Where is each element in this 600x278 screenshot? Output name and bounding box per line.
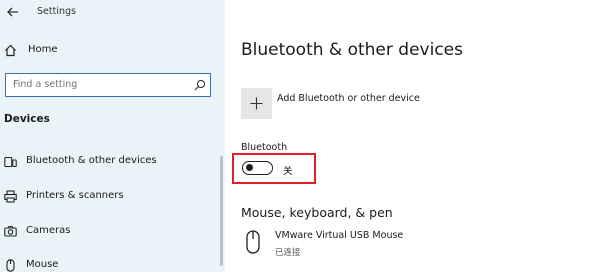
page-title: Bluetooth & other devices	[241, 40, 463, 60]
bluetooth-state-label: 关	[283, 166, 293, 177]
section-title: Devices	[4, 113, 50, 125]
title-bar: Settings	[0, 0, 225, 24]
plus-icon	[250, 97, 263, 110]
printer-icon	[4, 190, 17, 203]
device-status: 已连接	[275, 248, 301, 258]
app-title: Settings	[37, 6, 76, 17]
main-content: Bluetooth & other devices Add Bluetooth …	[225, 0, 600, 272]
bluetooth-devices-icon	[4, 156, 17, 168]
toggle-knob	[245, 164, 253, 171]
home-icon	[5, 44, 16, 57]
sidebar-item-label: Mouse	[26, 259, 59, 270]
search-box[interactable]	[5, 73, 211, 97]
bluetooth-label: Bluetooth	[241, 142, 288, 153]
sidebar-item-label: Printers & scanners	[26, 190, 124, 201]
sidebar-item-bluetooth[interactable]: Bluetooth & other devices	[0, 150, 218, 174]
sidebar-item-label: Cameras	[26, 225, 71, 236]
sidebar-item-cameras[interactable]: Cameras	[0, 220, 218, 244]
camera-icon	[4, 225, 17, 237]
search-input[interactable]	[13, 79, 183, 90]
sidebar-item-mouse[interactable]: Mouse	[0, 254, 218, 278]
search-icon[interactable]	[194, 79, 206, 91]
sidebar-item-label: Bluetooth & other devices	[26, 155, 157, 166]
mouse-icon	[6, 259, 15, 272]
bluetooth-toggle[interactable]	[242, 161, 273, 175]
sidebar-scrollbar[interactable]	[220, 156, 223, 266]
sidebar-item-home[interactable]: Home	[0, 40, 225, 62]
device-name[interactable]: VMware Virtual USB Mouse	[275, 230, 403, 241]
mouse-icon	[246, 230, 260, 254]
sidebar: Settings Home Devices Bluetooth & other …	[0, 0, 225, 272]
section-heading-mouse-keyboard-pen: Mouse, keyboard, & pen	[241, 205, 393, 220]
sidebar-item-label: Home	[28, 44, 58, 55]
add-device-label[interactable]: Add Bluetooth or other device	[277, 93, 420, 104]
back-arrow-icon[interactable]	[6, 5, 20, 19]
add-device-button[interactable]	[241, 88, 272, 119]
sidebar-item-printers[interactable]: Printers & scanners	[0, 185, 218, 209]
